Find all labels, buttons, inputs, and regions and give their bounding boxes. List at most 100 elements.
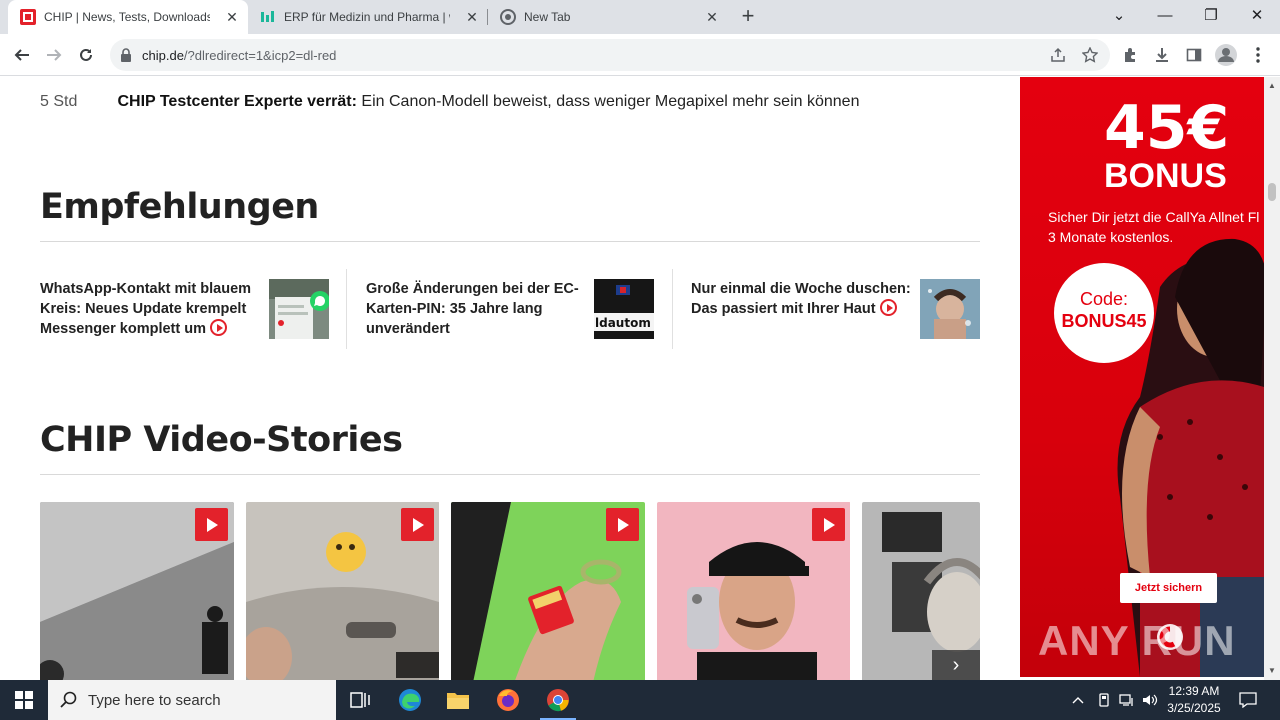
video-story-card[interactable]	[657, 502, 851, 680]
news-item[interactable]: 5 Std CHIP Testcenter Experte verrät: Ei…	[40, 93, 859, 111]
network-icon[interactable]	[1116, 680, 1138, 720]
edge-icon[interactable]	[386, 680, 434, 720]
chrome-taskbar-icon[interactable]	[534, 680, 582, 720]
reload-button[interactable]	[72, 41, 100, 69]
menu-icon[interactable]	[1244, 41, 1272, 69]
recommendation-thumbnail	[269, 279, 330, 339]
notification-center-icon[interactable]	[1234, 680, 1262, 720]
tab-title: ERP für Medizin und Pharma | w	[284, 10, 450, 24]
close-tab-icon[interactable]: ✕	[464, 9, 480, 25]
news-kicker: CHIP Testcenter Experte verrät:	[117, 93, 357, 110]
volume-icon[interactable]	[1140, 680, 1160, 720]
back-arrow-icon	[14, 49, 29, 61]
windows-taskbar: Type here to search 12:39 AM 3/25/2025	[0, 680, 1280, 720]
ad-bonus-label: BONUS	[1104, 157, 1227, 195]
address-bar[interactable]: chip.de/?dlredirect=1&icp2=dl-red	[110, 39, 1110, 71]
column-divider	[346, 269, 347, 349]
chip-favicon-icon	[20, 9, 36, 25]
ad-code-label: Code:	[1079, 289, 1129, 309]
scrollbar-thumb[interactable]	[1268, 183, 1276, 201]
recommendation-text: Nur einmal die Woche duschen: Das passie…	[691, 279, 911, 319]
video-story-card[interactable]	[451, 502, 645, 680]
forward-button[interactable]	[40, 41, 68, 69]
extensions-icon[interactable]	[1116, 41, 1144, 69]
video-play-icon	[401, 508, 434, 541]
recommendation-title: Große Änderungen bei der EC-Karten-PIN: …	[366, 281, 579, 337]
restore-button[interactable]: ❐	[1188, 0, 1234, 34]
recommendation-card[interactable]: Nur einmal die Woche duschen: Das passie…	[691, 269, 980, 349]
section-title-video-stories: CHIP Video-Stories	[40, 420, 403, 460]
anyrun-watermark: ANY RUN	[1038, 617, 1236, 664]
search-icon	[60, 691, 77, 708]
usb-device-icon[interactable]	[1094, 680, 1114, 720]
news-headline: Ein Canon-Modell beweist, dass weniger M…	[361, 93, 860, 110]
video-play-icon	[879, 299, 897, 316]
page-viewport: 5 Std CHIP Testcenter Experte verrät: Ei…	[0, 77, 1280, 680]
video-play-icon	[210, 319, 227, 336]
windows-logo-icon	[15, 691, 33, 709]
close-window-button[interactable]: ✕	[1234, 0, 1280, 34]
browser-toolbar: chip.de/?dlredirect=1&icp2=dl-red	[0, 34, 1280, 76]
scroll-up-icon[interactable]: ▲	[1268, 81, 1276, 90]
video-story-card[interactable]	[246, 502, 440, 680]
tab-chip[interactable]: CHIP | News, Tests, Downloads, T ✕	[8, 0, 248, 34]
recommendation-thumbnail: ldautom	[594, 279, 654, 339]
recommendation-text: WhatsApp-Kontakt mit blauem Kreis: Neues…	[40, 279, 260, 339]
video-play-icon	[195, 508, 228, 541]
profile-avatar-icon[interactable]	[1212, 41, 1240, 69]
recommendation-card[interactable]: Große Änderungen bei der EC-Karten-PIN: …	[366, 269, 654, 349]
section-divider	[40, 241, 980, 242]
start-button[interactable]	[0, 680, 48, 720]
section-title-recommendations: Empfehlungen	[40, 187, 319, 227]
ad-code-badge: Code: BONUS45	[1054, 263, 1154, 363]
new-tab-button[interactable]: +	[737, 5, 759, 28]
scroll-down-icon[interactable]: ▼	[1268, 666, 1276, 675]
recommendation-text: Große Änderungen bei der EC-Karten-PIN: …	[366, 279, 586, 339]
page-scrollbar[interactable]: ▲ ▼	[1264, 77, 1280, 680]
chrome-favicon-icon	[500, 9, 516, 25]
lock-icon	[121, 48, 131, 62]
ad-subline: Sicher Dir jetzt die CallYa Allnet Fl 3 M…	[1048, 207, 1264, 247]
recommendation-card[interactable]: WhatsApp-Kontakt mit blauem Kreis: Neues…	[40, 269, 330, 349]
url-text: chip.de/?dlredirect=1&icp2=dl-red	[142, 48, 336, 63]
video-story-card[interactable]	[40, 502, 234, 680]
task-view-icon[interactable]	[336, 680, 384, 720]
back-button[interactable]	[8, 41, 36, 69]
share-icon[interactable]	[1044, 41, 1072, 69]
taskbar-search-placeholder: Type here to search	[88, 691, 221, 709]
taskbar-search-box[interactable]: Type here to search	[48, 680, 336, 720]
close-tab-icon[interactable]: ✕	[704, 9, 720, 25]
tab-strip: CHIP | News, Tests, Downloads, T ✕ ERP f…	[0, 0, 1280, 34]
ad-subline-2: 3 Monate kostenlos.	[1048, 229, 1174, 245]
clock-time: 12:39 AM	[1168, 684, 1220, 698]
section-divider	[40, 474, 980, 475]
clock-date: 3/25/2025	[1167, 701, 1221, 715]
forward-arrow-icon	[47, 49, 62, 61]
tab-title: New Tab	[524, 10, 571, 24]
bookmark-star-icon[interactable]	[1076, 41, 1104, 69]
reload-icon	[80, 48, 92, 61]
tab-erp[interactable]: ERP für Medizin und Pharma | w ✕	[248, 0, 488, 34]
tray-overflow-chevron-icon[interactable]	[1068, 680, 1088, 720]
side-panel-icon[interactable]	[1180, 41, 1208, 69]
tab-search-icon[interactable]: ⌄	[1096, 0, 1142, 34]
recommendation-title: Nur einmal die Woche duschen: Das passie…	[691, 281, 911, 317]
video-play-icon	[812, 508, 845, 541]
download-icon[interactable]	[1148, 41, 1176, 69]
close-tab-icon[interactable]: ✕	[224, 9, 240, 25]
tab-newtab[interactable]: New Tab ✕	[488, 0, 728, 34]
recommendation-thumbnail	[920, 279, 980, 339]
firefox-icon[interactable]	[484, 680, 532, 720]
ad-subline-1: Sicher Dir jetzt die CallYa Allnet Fl	[1048, 209, 1260, 225]
minimize-button[interactable]: —	[1142, 0, 1188, 34]
ad-amount: 45€	[1104, 93, 1230, 163]
vodafone-ad-banner[interactable]: 45€ BONUS Sicher Dir jetzt die CallYa Al…	[1020, 77, 1264, 677]
url-path: /?dlredirect=1&icp2=dl-red	[183, 48, 337, 63]
file-explorer-icon[interactable]	[434, 680, 482, 720]
ad-cta-button[interactable]: Jetzt sichern	[1120, 573, 1217, 603]
taskbar-clock[interactable]: 12:39 AM 3/25/2025	[1158, 683, 1230, 717]
ad-code-value: BONUS45	[1061, 311, 1147, 331]
carousel-next-button[interactable]: ›	[932, 650, 980, 680]
video-play-icon	[606, 508, 639, 541]
thumbnail-text: ldautom	[595, 316, 651, 330]
